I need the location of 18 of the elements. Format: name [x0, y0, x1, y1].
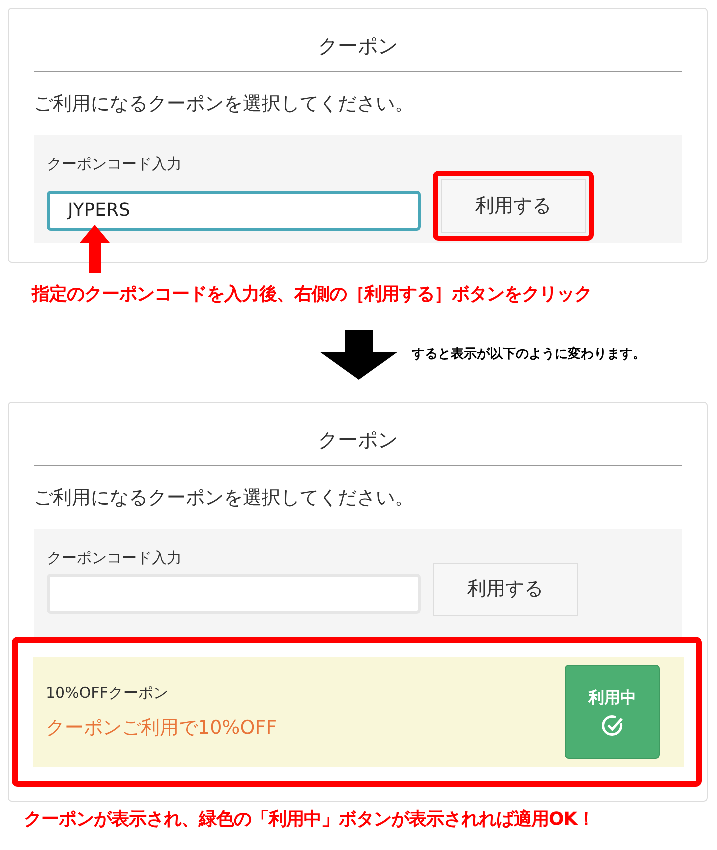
coupon-code-field[interactable]: JYPERS	[47, 191, 421, 231]
result-note: クーポンが表示され、緑色の「利用中」ボタンが表示されれば適用OK！	[24, 809, 595, 830]
instruction-note: 指定のクーポンコードを入力後、右側の［利用する］ボタンをクリック	[32, 284, 592, 305]
apply-button[interactable]: 利用する	[433, 563, 578, 616]
up-arrow-icon	[80, 225, 110, 273]
transition-note: すると表示が以下のように変わります。	[412, 346, 646, 364]
field-label: クーポンコード入力	[47, 548, 183, 568]
coupon-name: 10%OFFクーポン	[46, 682, 170, 704]
section-title: クーポン	[318, 34, 398, 58]
apply-button[interactable]: 利用する	[441, 179, 586, 233]
check-circle-icon	[600, 714, 624, 738]
instruction-text: ご利用になるクーポンを選択してください。	[34, 93, 414, 115]
coupon-description: クーポンご利用で10%OFF	[46, 716, 278, 741]
instruction-text: ご利用になるクーポンを選択してください。	[34, 487, 414, 509]
coupon-code-field[interactable]	[47, 574, 421, 614]
field-label: クーポンコード入力	[47, 154, 183, 174]
section-title: クーポン	[318, 428, 398, 452]
down-arrow-icon	[320, 330, 398, 380]
